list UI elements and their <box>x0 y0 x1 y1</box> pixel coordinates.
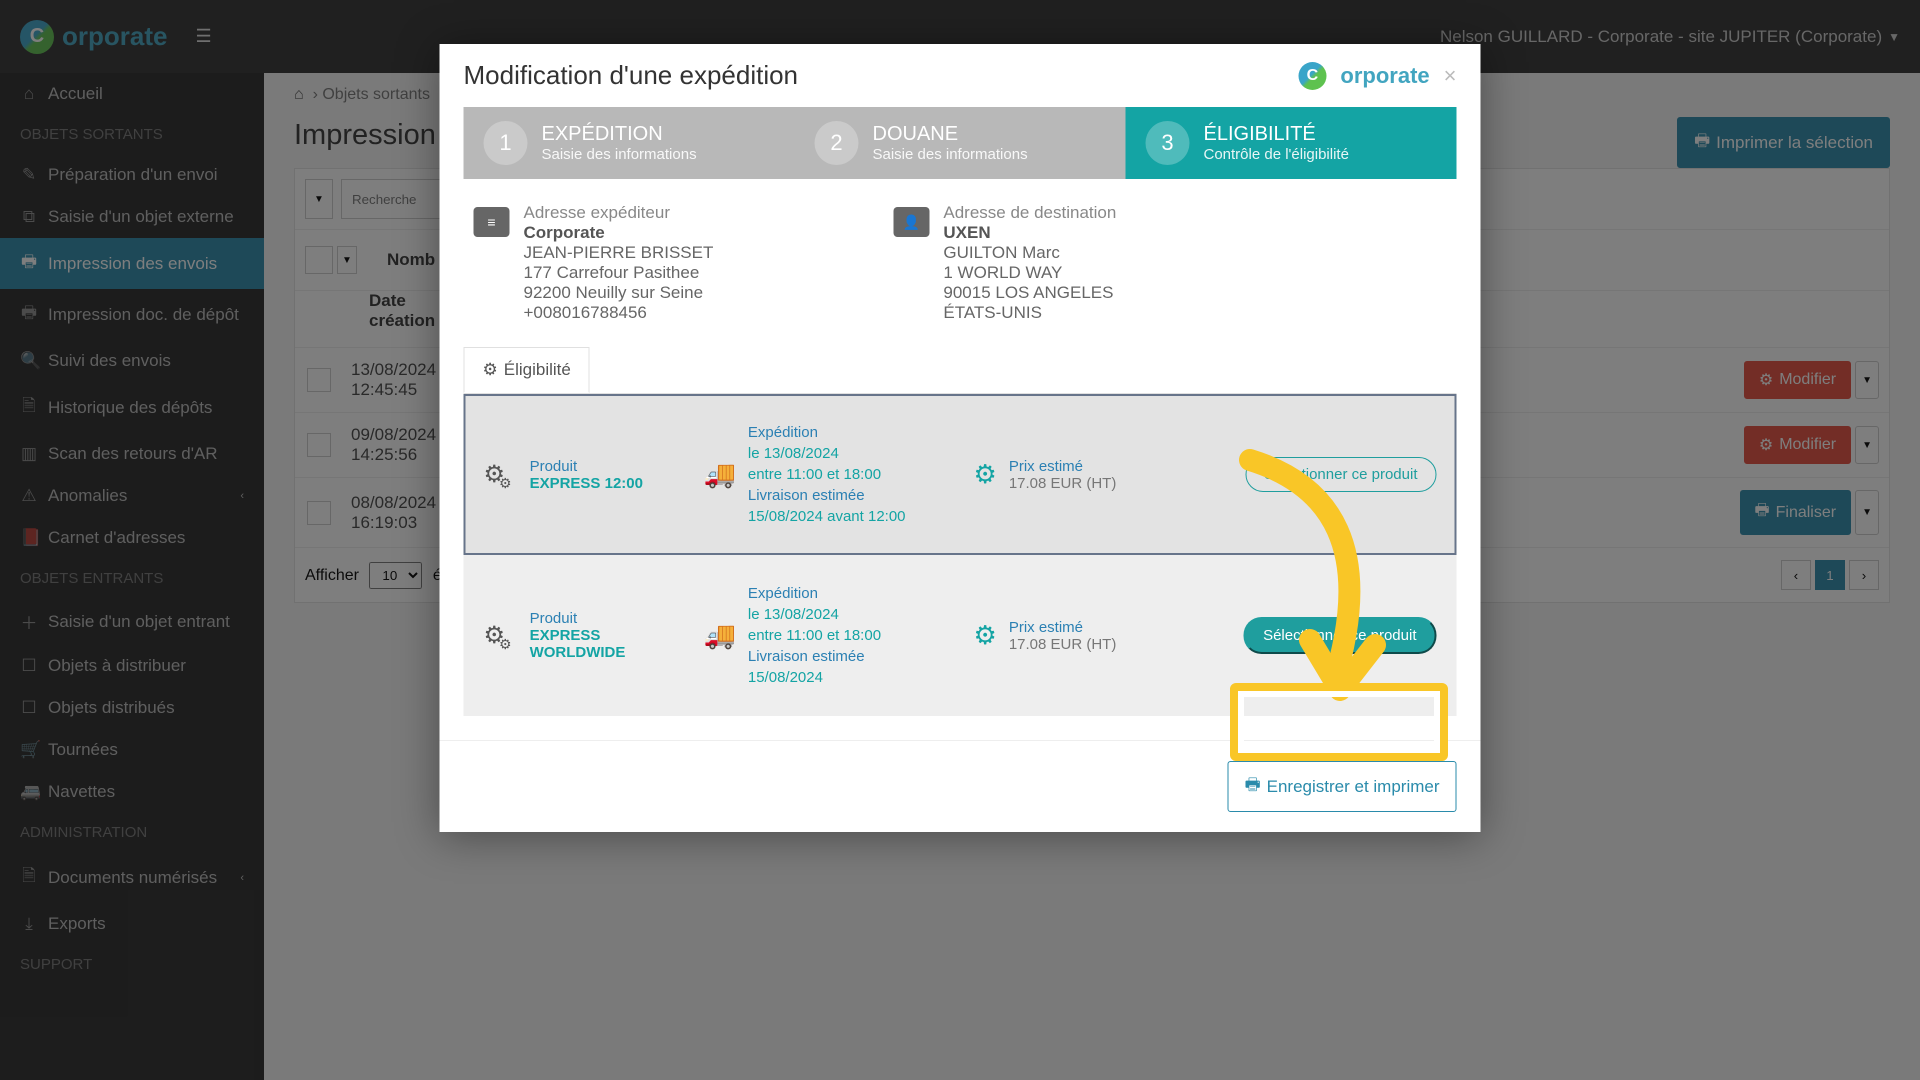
select-product-button[interactable]: Sélectionner ce produit <box>1245 457 1436 492</box>
sender-address: ≡ Adresse expéditeur Corporate JEAN-PIER… <box>474 203 714 323</box>
brand-logo-icon: C <box>1298 62 1326 90</box>
product-row: ⚙⚙ Produit EXPRESS 12:00 🚚 Expédition le… <box>464 394 1457 555</box>
step-expedition[interactable]: 1 EXPÉDITIONSaisie des informations <box>464 107 795 179</box>
gear-icon: ⚙ <box>974 459 997 490</box>
address-card-icon: ≡ <box>474 207 510 237</box>
brand-logo-text: orporate <box>1340 63 1429 89</box>
product-label: Produit <box>530 610 684 627</box>
print-icon: 🖶 <box>1245 772 1261 801</box>
gears-icon: ⚙⚙ <box>484 621 518 650</box>
truck-icon: 🚚 <box>704 459 736 490</box>
product-list: ⚙⚙ Produit EXPRESS 12:00 🚚 Expédition le… <box>464 394 1457 716</box>
product-row: ⚙⚙ Produit EXPRESS WORLDWIDE 🚚 Expéditio… <box>464 555 1457 716</box>
product-name: EXPRESS 12:00 <box>530 475 643 492</box>
select-product-button[interactable]: Sélectionner ce produit <box>1243 617 1436 654</box>
step-douane[interactable]: 2 DOUANESaisie des informations <box>795 107 1126 179</box>
product-price: 17.08 EUR (HT) <box>1009 636 1117 653</box>
product-name: EXPRESS WORLDWIDE <box>530 627 684 661</box>
close-icon[interactable]: × <box>1444 63 1457 89</box>
truck-icon: 🚚 <box>704 620 736 651</box>
tab-eligibilite[interactable]: ⚙ Éligibilité <box>464 347 590 393</box>
modal-edit-expedition: Modification d'une expédition C orporate… <box>440 44 1481 832</box>
product-label: Produit <box>530 458 643 475</box>
id-card-icon: 👤 <box>893 207 929 237</box>
step-eligibilite[interactable]: 3 ÉLIGIBILITÉContrôle de l'éligibilité <box>1126 107 1457 179</box>
gears-icon: ⚙ <box>483 360 498 380</box>
tab-bar: ⚙ Éligibilité <box>464 347 1457 394</box>
modal-title: Modification d'une expédition <box>464 60 799 91</box>
stepper: 1 EXPÉDITIONSaisie des informations 2 DO… <box>464 107 1457 179</box>
addresses: ≡ Adresse expéditeur Corporate JEAN-PIER… <box>464 179 1457 347</box>
product-price: 17.08 EUR (HT) <box>1009 475 1117 492</box>
save-and-print-button[interactable]: 🖶 Enregistrer et imprimer <box>1228 761 1457 812</box>
gears-icon: ⚙⚙ <box>484 460 518 489</box>
destination-address: 👤 Adresse de destination UXEN GUILTON Ma… <box>893 203 1116 323</box>
gear-icon: ⚙ <box>974 620 997 651</box>
